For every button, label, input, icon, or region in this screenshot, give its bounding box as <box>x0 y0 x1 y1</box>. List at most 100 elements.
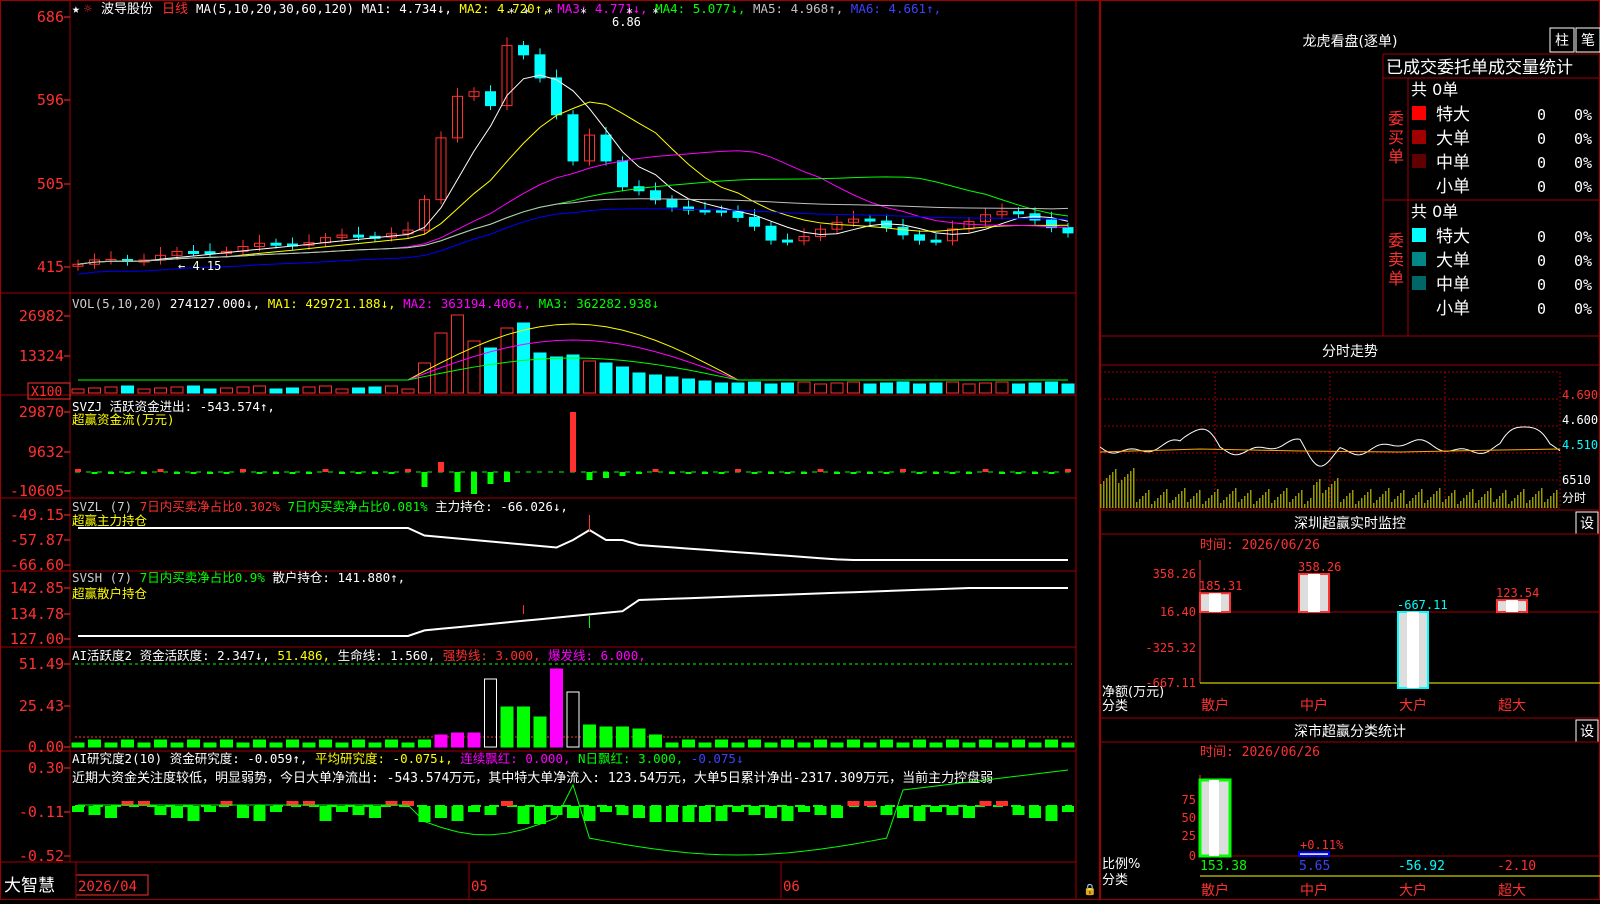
volume-bar[interactable] <box>236 386 250 394</box>
fundflow-bar[interactable] <box>306 472 312 474</box>
fundflow-bar[interactable] <box>768 472 774 474</box>
activity-bar[interactable] <box>896 742 910 748</box>
research-bar[interactable] <box>979 801 992 806</box>
fundflow-bar[interactable] <box>735 469 741 472</box>
research-bar[interactable] <box>435 806 447 818</box>
fundflow-bar[interactable] <box>91 472 98 474</box>
research-bar[interactable] <box>600 806 612 812</box>
fundflow-bar[interactable] <box>355 472 362 474</box>
activity-bar[interactable] <box>880 739 893 748</box>
candle[interactable] <box>699 209 711 213</box>
candle[interactable] <box>567 114 579 162</box>
candle[interactable] <box>485 91 496 107</box>
volume-bar[interactable] <box>583 360 596 394</box>
fundflow-bar[interactable] <box>1015 472 1022 474</box>
fundflow-bar[interactable] <box>702 472 708 474</box>
fundflow-bar[interactable] <box>388 472 395 474</box>
fundflow-bar[interactable] <box>487 472 494 484</box>
volume-bar[interactable] <box>418 362 431 394</box>
fundflow-bar[interactable] <box>850 472 857 474</box>
activity-bar[interactable] <box>599 726 613 748</box>
candle[interactable] <box>914 234 925 241</box>
activity-bar[interactable] <box>731 742 745 748</box>
fundflow-bar[interactable] <box>273 472 279 474</box>
volume-bar[interactable] <box>352 387 365 394</box>
activity-bar[interactable] <box>154 739 167 748</box>
volume-bar[interactable] <box>550 356 563 394</box>
activity-bar[interactable] <box>665 742 679 748</box>
volume-bar[interactable] <box>979 382 992 394</box>
activity-bar[interactable] <box>781 739 794 748</box>
volume-bar[interactable] <box>286 387 299 394</box>
volume-bar[interactable] <box>665 376 679 394</box>
research-bar[interactable] <box>798 806 810 812</box>
fundflow-bar[interactable] <box>966 472 972 474</box>
candle[interactable] <box>353 234 364 238</box>
research-bar[interactable] <box>72 806 84 812</box>
volume-bar[interactable] <box>269 388 283 394</box>
volume-bar[interactable] <box>319 385 332 394</box>
candle[interactable] <box>765 225 777 241</box>
research-bar[interactable] <box>418 806 431 822</box>
research-bar[interactable] <box>781 806 794 821</box>
activity-bar[interactable] <box>929 742 943 748</box>
volume-bar[interactable] <box>731 382 745 394</box>
activity-bar[interactable] <box>632 728 646 748</box>
candle[interactable] <box>930 239 942 243</box>
research-bar[interactable] <box>336 806 348 812</box>
activity-bar[interactable] <box>863 742 877 748</box>
fundflow-bar[interactable] <box>669 472 675 474</box>
volume-bar[interactable] <box>929 382 943 394</box>
fundflow-bar[interactable] <box>883 472 890 474</box>
research-bar[interactable] <box>913 806 926 821</box>
candle[interactable] <box>716 209 727 213</box>
fundflow-bar[interactable] <box>900 469 906 472</box>
candle[interactable] <box>551 77 562 116</box>
research-bar[interactable] <box>105 806 117 818</box>
activity-bar[interactable] <box>335 742 349 748</box>
candle[interactable] <box>188 251 199 255</box>
fundflow-bar[interactable] <box>933 472 939 474</box>
activity-bar[interactable] <box>682 739 695 748</box>
candle[interactable] <box>518 45 529 56</box>
fundflow-bar[interactable] <box>157 469 164 472</box>
volume-bar[interactable] <box>302 386 316 394</box>
volume-bar[interactable] <box>1028 382 1042 394</box>
activity-bar[interactable] <box>286 739 299 748</box>
activity-bar[interactable] <box>830 742 844 748</box>
research-bar[interactable] <box>963 806 975 818</box>
volume-bar[interactable] <box>1045 381 1058 394</box>
fundflow-bar[interactable] <box>603 472 609 478</box>
fundflow-bar[interactable] <box>834 472 840 474</box>
fundflow-bar[interactable] <box>751 472 758 474</box>
class-bar[interactable] <box>1298 851 1330 858</box>
candle[interactable] <box>1062 227 1074 234</box>
volume-bar[interactable] <box>632 372 646 394</box>
activity-bar[interactable] <box>847 739 860 748</box>
activity-bar[interactable] <box>253 739 266 748</box>
volume-bar[interactable] <box>962 383 976 394</box>
activity-bar[interactable] <box>517 706 530 748</box>
volume-bar[interactable] <box>880 382 893 394</box>
volume-bar[interactable] <box>748 381 761 394</box>
fundflow-bar[interactable] <box>504 472 510 482</box>
activity-bar[interactable] <box>484 678 497 748</box>
fundflow-bar[interactable] <box>372 472 378 474</box>
volume-bar[interactable] <box>896 381 910 394</box>
volume-bar[interactable] <box>517 322 530 394</box>
research-bar[interactable] <box>1012 806 1025 815</box>
volume-bar[interactable] <box>137 388 151 394</box>
activity-bar[interactable] <box>1045 739 1058 748</box>
volume-bar[interactable] <box>946 381 959 394</box>
activity-bar[interactable] <box>319 739 332 748</box>
volume-bar[interactable] <box>913 383 926 394</box>
research-bar[interactable] <box>171 806 183 818</box>
research-bar[interactable] <box>897 806 909 818</box>
fundflow-bar[interactable] <box>75 469 81 472</box>
research-bar[interactable] <box>847 801 860 806</box>
fundflow-bar[interactable] <box>1032 472 1038 474</box>
fundflow-bar[interactable] <box>190 472 197 474</box>
fundflow-bar[interactable] <box>801 472 807 474</box>
activity-bar[interactable] <box>550 668 563 748</box>
volume-bar[interactable] <box>385 385 398 394</box>
